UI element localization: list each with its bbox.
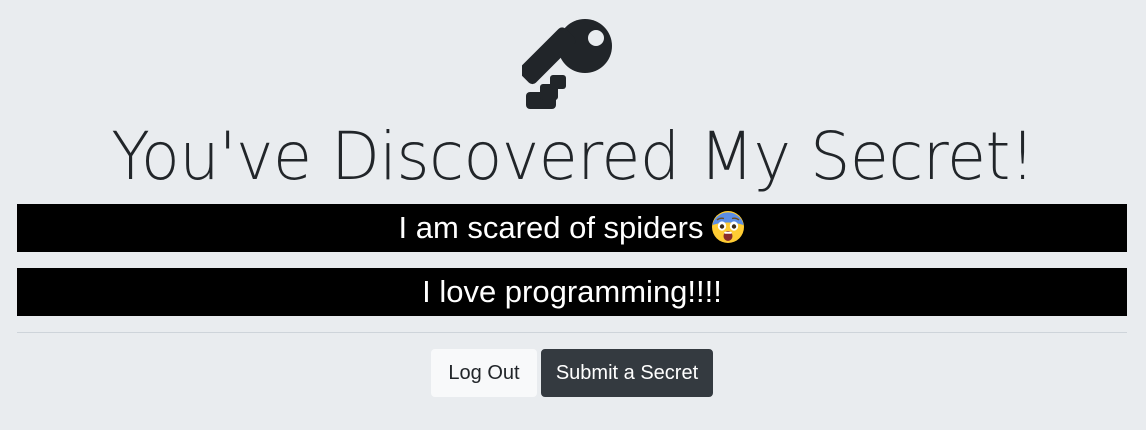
key-icon (522, 19, 612, 109)
divider (17, 332, 1127, 333)
submit-secret-button[interactable]: Submit a Secret (541, 349, 713, 397)
fearful-face-emoji-icon (712, 211, 745, 243)
secret-item: I love programming!!!! (17, 268, 1127, 316)
page-title: You've Discovered My Secret! (111, 118, 1035, 195)
jumbotron: You've Discovered My Secret! I am scared… (0, 0, 1146, 430)
secret-text: I am scared of spiders (398, 210, 704, 245)
logout-button[interactable]: Log Out (431, 349, 537, 397)
secret-item: I am scared of spiders (17, 204, 1127, 252)
secret-text: I love programming!!!! (422, 274, 722, 309)
